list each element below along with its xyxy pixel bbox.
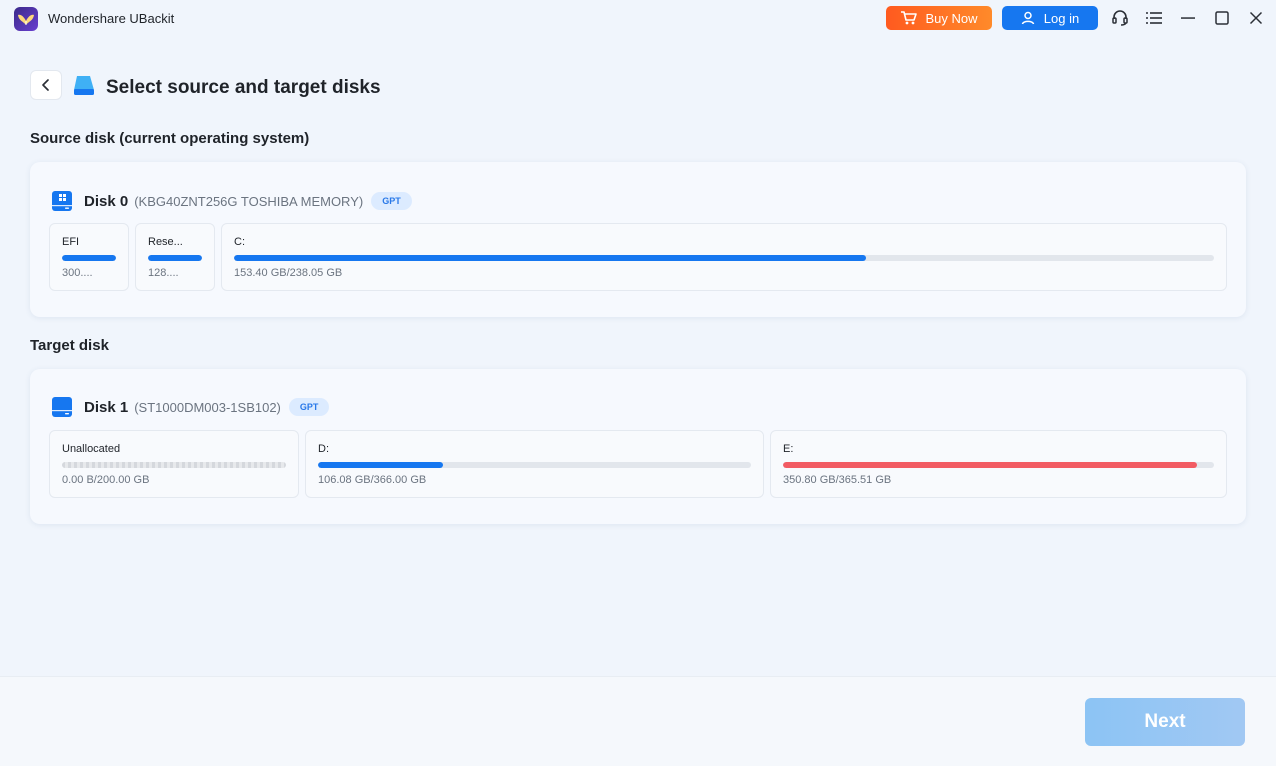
partition-usage-bar [62, 255, 116, 261]
target-disk-model: (ST1000DM003-1SB102) [134, 399, 281, 415]
app-logo-icon [14, 7, 38, 31]
target-gpt-badge: GPT [288, 398, 330, 416]
partition-usage-bar [62, 462, 286, 468]
target-section-label: Target disk [30, 337, 109, 354]
headset-icon[interactable] [1110, 8, 1130, 28]
windows-disk-icon [52, 191, 72, 211]
partition-e[interactable]: E: 350.80 GB/365.51 GB [770, 430, 1227, 498]
partition-label: Unallocated [62, 443, 121, 455]
partition-efi[interactable]: EFI 300.... [49, 223, 129, 291]
partition-label: EFI [62, 236, 80, 248]
partition-size: 0.00 B/200.00 GB [62, 474, 150, 486]
disk-drive-icon [52, 397, 72, 417]
next-button[interactable]: Next [1085, 698, 1245, 746]
partition-usage-bar [318, 462, 751, 468]
target-disk-header: Disk 1 (ST1000DM003-1SB102) GPT [50, 395, 330, 419]
source-disk-card: Disk 0 (KBG40ZNT256G TOSHIBA MEMORY) GPT… [30, 162, 1246, 317]
menu-icon[interactable] [1144, 8, 1164, 28]
disk-clone-icon [73, 74, 95, 96]
source-disk-header: Disk 0 (KBG40ZNT256G TOSHIBA MEMORY) GPT [50, 189, 412, 213]
buy-now-label: Buy Now [925, 10, 978, 26]
partition-c[interactable]: C: 153.40 GB/238.05 GB [221, 223, 1227, 291]
chevron-left-icon [42, 79, 49, 91]
title-bar: Wondershare UBackit Buy Now Log in [0, 0, 1276, 36]
partition-label: E: [783, 443, 794, 455]
partition-usage-fill [318, 462, 444, 468]
cart-icon [901, 11, 918, 25]
source-gpt-badge: GPT [371, 192, 412, 210]
partition-size: 300.... [62, 267, 93, 279]
partition-usage-fill [234, 255, 866, 261]
login-label: Log in [1043, 10, 1080, 26]
partition-label: C: [234, 236, 245, 248]
source-disk-name: Disk 0 [84, 192, 129, 210]
partition-usage-fill [148, 255, 202, 261]
partition-size: 350.80 GB/365.51 GB [783, 474, 892, 486]
partition-size: 106.08 GB/366.00 GB [318, 474, 427, 486]
partition-usage-fill [783, 462, 1197, 468]
source-disk-model: (KBG40ZNT256G TOSHIBA MEMORY) [134, 193, 364, 209]
partition-size: 153.40 GB/238.05 GB [234, 267, 343, 279]
source-section-label: Source disk (current operating system) [30, 130, 310, 147]
maximize-icon[interactable] [1212, 8, 1232, 28]
partition-usage-bar [783, 462, 1214, 468]
close-icon[interactable] [1246, 8, 1266, 28]
login-button[interactable]: Log in [1002, 6, 1098, 30]
partition-label: D: [318, 443, 329, 455]
partition-unallocated[interactable]: Unallocated 0.00 B/200.00 GB [49, 430, 299, 498]
back-button[interactable] [30, 70, 62, 100]
target-disk-card: Disk 1 (ST1000DM003-1SB102) GPT Unalloca… [30, 369, 1246, 524]
partition-d[interactable]: D: 106.08 GB/366.00 GB [305, 430, 764, 498]
partition-usage-bar [148, 255, 202, 261]
user-icon [1021, 11, 1035, 25]
page-title: Select source and target disks [106, 77, 381, 98]
app-title: Wondershare UBackit [48, 11, 175, 26]
partition-size: 128.... [148, 267, 179, 279]
partition-usage-fill [62, 255, 116, 261]
partition-usage-bar [234, 255, 1214, 261]
minimize-icon[interactable] [1178, 8, 1198, 28]
target-disk-name: Disk 1 [84, 398, 129, 416]
partition-label: Rese... [148, 236, 183, 248]
partition-reserved[interactable]: Rese... 128.... [135, 223, 215, 291]
buy-now-button[interactable]: Buy Now [886, 6, 992, 30]
